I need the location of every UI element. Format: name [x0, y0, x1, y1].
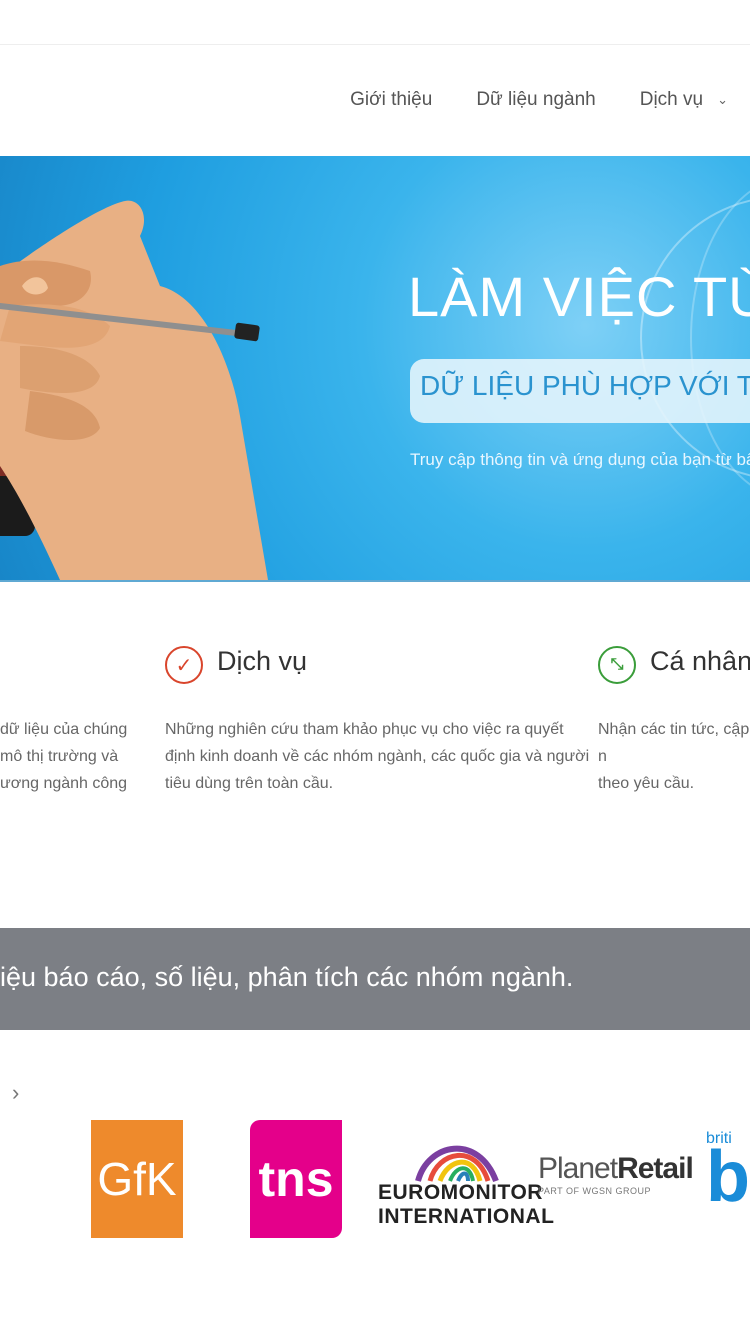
british-business-logo[interactable]: briti b: [706, 1130, 750, 1230]
planet-retail-logo[interactable]: PlanetRetail PART OF WGSN GROUP: [538, 1152, 698, 1212]
hand-with-stylus-image: [0, 200, 268, 580]
arrows-in-icon: ⤡: [598, 646, 636, 684]
hero-title: LÀM VIỆC TỪ BA: [408, 265, 750, 328]
tns-logo[interactable]: tns: [250, 1120, 342, 1238]
hero-subtitle: DỮ LIỆU PHÙ HỢP VỚI THIẾT: [420, 370, 750, 401]
check-circle-icon: ✓: [165, 646, 203, 684]
euromonitor-logo[interactable]: EUROMONITOR INTERNATIONAL: [378, 1133, 554, 1233]
nav-label: Dịch vụ: [639, 89, 704, 110]
gfk-logo[interactable]: GfK: [91, 1120, 183, 1238]
gray-banner: iệu báo cáo, số liệu, phân tích các nhóm…: [0, 928, 750, 1030]
logo-text: Retail: [617, 1152, 694, 1185]
hero-banner[interactable]: LÀM VIỆC TỪ BA DỮ LIỆU PHÙ HỢP VỚI THIẾT…: [0, 156, 750, 582]
feature-title: Cá nhân h: [650, 646, 750, 676]
hero-note: Truy cập thông tin và ứng dụng của bạn t…: [410, 450, 750, 469]
desc-line: mô thị trường và: [0, 748, 119, 765]
desc-line: theo yêu cầu.: [598, 775, 695, 792]
planet-retail-name: PlanetRetail: [538, 1152, 698, 1186]
desc-line: định kinh doanh về các nhóm ngành, các q…: [165, 748, 590, 765]
nav-label: Giới thiệu: [350, 89, 433, 110]
feature-1-description: dữ liệu của chúng mô thị trường và ương …: [0, 716, 127, 797]
logo-text: GfK: [97, 1153, 177, 1205]
desc-line: Nhận các tin tức, cập n: [598, 721, 750, 765]
chevron-down-icon: ⌄: [717, 92, 728, 107]
nav-item-gioi-thieu[interactable]: Giới thiệu: [350, 89, 432, 111]
planet-retail-sub: PART OF WGSN GROUP: [538, 1186, 652, 1196]
browser-top-bar: [0, 0, 750, 45]
logo-line: INTERNATIONAL: [378, 1205, 555, 1228]
feature-title: Dịch vụ: [217, 646, 308, 676]
logo-text: Planet: [538, 1152, 618, 1185]
desc-line: Những nghiên cứu tham khảo phục vụ cho v…: [165, 721, 564, 738]
euromonitor-text: EUROMONITOR INTERNATIONAL: [378, 1181, 554, 1229]
nav-label: Dữ liệu ngành: [476, 89, 596, 110]
banner-text: iệu báo cáo, số liệu, phân tích các nhóm…: [0, 962, 574, 992]
desc-line: dữ liệu của chúng: [0, 721, 128, 738]
chevron-right-icon[interactable]: ›: [12, 1080, 19, 1106]
nav-item-dich-vu[interactable]: Dịch vụ ⌄: [640, 89, 728, 111]
logo-line: EUROMONITOR: [378, 1181, 543, 1204]
desc-line: ương ngành công: [0, 775, 128, 792]
nav-item-du-lieu-nganh[interactable]: Dữ liệu ngành: [476, 89, 595, 111]
logo-text: tns: [258, 1151, 334, 1207]
main-nav: Giới thiệu Dữ liệu ngành Dịch vụ ⌄: [350, 70, 750, 130]
feature-dich-vu-description: Những nghiên cứu tham khảo phục vụ cho v…: [165, 716, 589, 797]
desc-line: tiêu dùng trên toàn cầu.: [165, 775, 334, 792]
logo-text: b: [706, 1137, 750, 1217]
euromonitor-arc-icon: [415, 1145, 499, 1183]
feature-ca-nhan-hoa-description: Nhận các tin tức, cập n theo yêu cầu.: [598, 716, 750, 797]
